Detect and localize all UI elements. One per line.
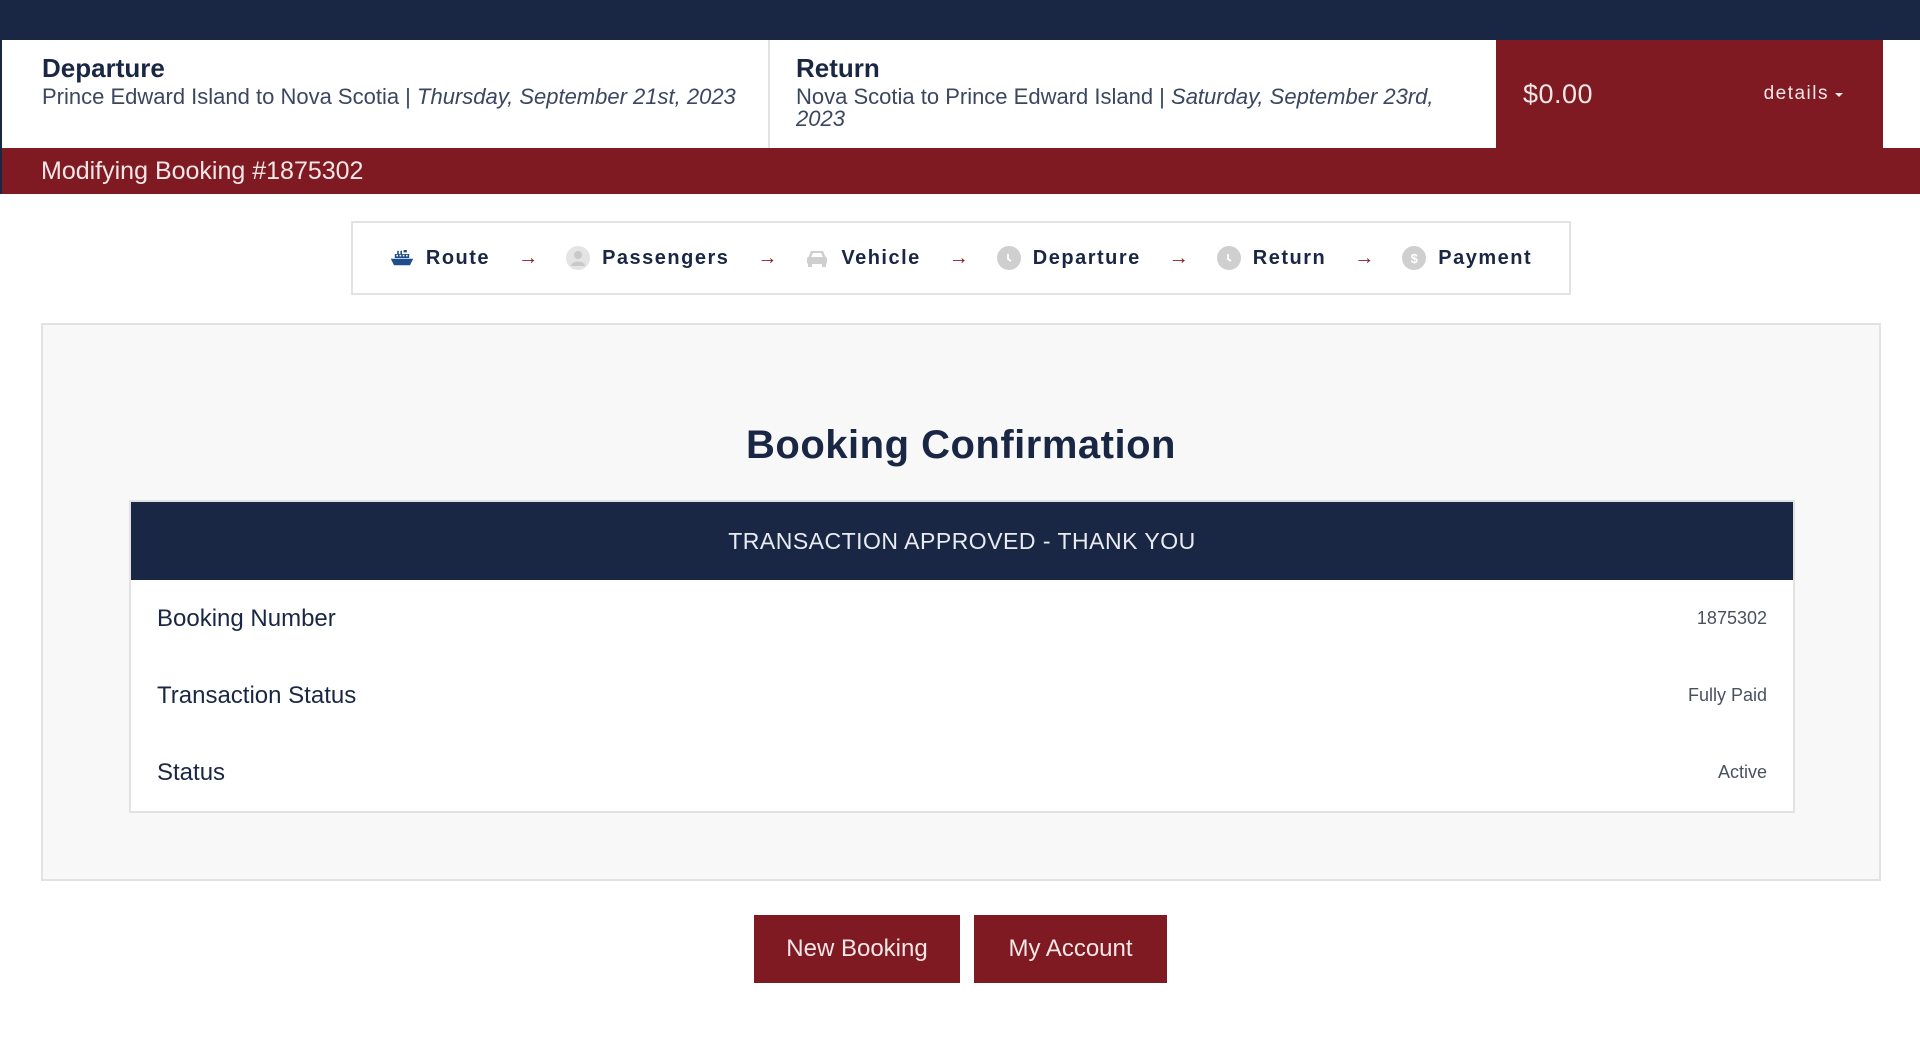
- departure-route: Prince Edward Island to Nova Scotia |: [42, 84, 418, 109]
- top-nav-bar: [0, 0, 1920, 40]
- row-label: Booking Number: [157, 604, 336, 632]
- price-summary: $0.00 details: [1496, 40, 1883, 148]
- trip-summary-header: Departure Prince Edward Island to Nova S…: [0, 40, 1920, 148]
- table-row-booking-number: Booking Number 1875302: [131, 580, 1793, 657]
- modifying-booking-banner: Modifying Booking #1875302: [0, 148, 1920, 194]
- step-label: Passengers: [602, 246, 730, 269]
- step-return[interactable]: Return: [1216, 246, 1327, 270]
- departure-date: Thursday, September 21st, 2023: [417, 84, 736, 109]
- arrow-right-icon: →: [948, 246, 969, 269]
- booking-number-value: 1875302: [1696, 608, 1767, 628]
- clock-icon: [996, 246, 1021, 270]
- step-label: Departure: [1032, 246, 1141, 269]
- confirmation-panel: Booking Confirmation TRANSACTION APPROVE…: [41, 323, 1881, 881]
- step-label: Route: [425, 246, 491, 269]
- row-label: Transaction Status: [157, 681, 357, 709]
- step-passengers[interactable]: Passengers: [566, 246, 729, 270]
- details-dropdown[interactable]: details: [1764, 83, 1843, 105]
- page-title: Booking Confirmation: [746, 423, 1176, 467]
- my-account-button[interactable]: My Account: [974, 915, 1167, 983]
- table-row-transaction-status: Transaction Status Fully Paid: [131, 657, 1793, 734]
- departure-leg: Departure Prince Edward Island to Nova S…: [42, 40, 762, 148]
- clock-icon: [1216, 246, 1241, 270]
- step-label: Return: [1252, 246, 1327, 269]
- step-payment[interactable]: $ Payment: [1402, 246, 1532, 270]
- details-label: details: [1763, 83, 1829, 104]
- caret-down-icon: [1835, 93, 1843, 97]
- table-row-status: Status Active: [131, 734, 1793, 811]
- confirmation-table: TRANSACTION APPROVED - THANK YOU Booking…: [129, 500, 1795, 813]
- transaction-approved-header: TRANSACTION APPROVED - THANK YOU: [131, 502, 1793, 580]
- total-price: $0.00: [1523, 78, 1594, 109]
- ferry-icon: [390, 246, 414, 270]
- return-leg: Return Nova Scotia to Prince Edward Isla…: [796, 40, 1486, 148]
- transaction-status-value: Fully Paid: [1687, 685, 1767, 705]
- return-route: Nova Scotia to Prince Edward Island |: [796, 84, 1172, 109]
- modifying-booking-text: Modifying Booking #1875302: [41, 156, 364, 185]
- arrow-right-icon: →: [1354, 246, 1375, 269]
- step-label: Payment: [1438, 246, 1533, 269]
- return-title: Return: [796, 53, 880, 83]
- arrow-right-icon: →: [518, 246, 539, 269]
- status-value: Active: [1717, 762, 1767, 782]
- step-departure[interactable]: Departure: [996, 246, 1141, 270]
- step-vehicle[interactable]: Vehicle: [805, 246, 920, 270]
- new-booking-button[interactable]: New Booking: [754, 915, 960, 983]
- step-route[interactable]: Route: [390, 246, 490, 270]
- return-description: Nova Scotia to Prince Edward Island | Sa…: [796, 86, 1486, 130]
- booking-steps: Route → Passengers → Vehicle → Departure…: [351, 221, 1571, 295]
- user-icon: [566, 246, 591, 270]
- car-icon: [805, 246, 829, 270]
- dollar-icon: $: [1402, 246, 1427, 270]
- arrow-right-icon: →: [757, 246, 778, 269]
- leg-divider: [768, 40, 770, 148]
- row-label: Status: [157, 758, 226, 786]
- departure-description: Prince Edward Island to Nova Scotia | Th…: [42, 86, 762, 108]
- step-label: Vehicle: [841, 246, 921, 269]
- arrow-right-icon: →: [1168, 246, 1189, 269]
- departure-title: Departure: [42, 53, 165, 83]
- transaction-approved-text: TRANSACTION APPROVED - THANK YOU: [728, 527, 1196, 554]
- action-buttons: New Booking My Account: [754, 915, 1167, 983]
